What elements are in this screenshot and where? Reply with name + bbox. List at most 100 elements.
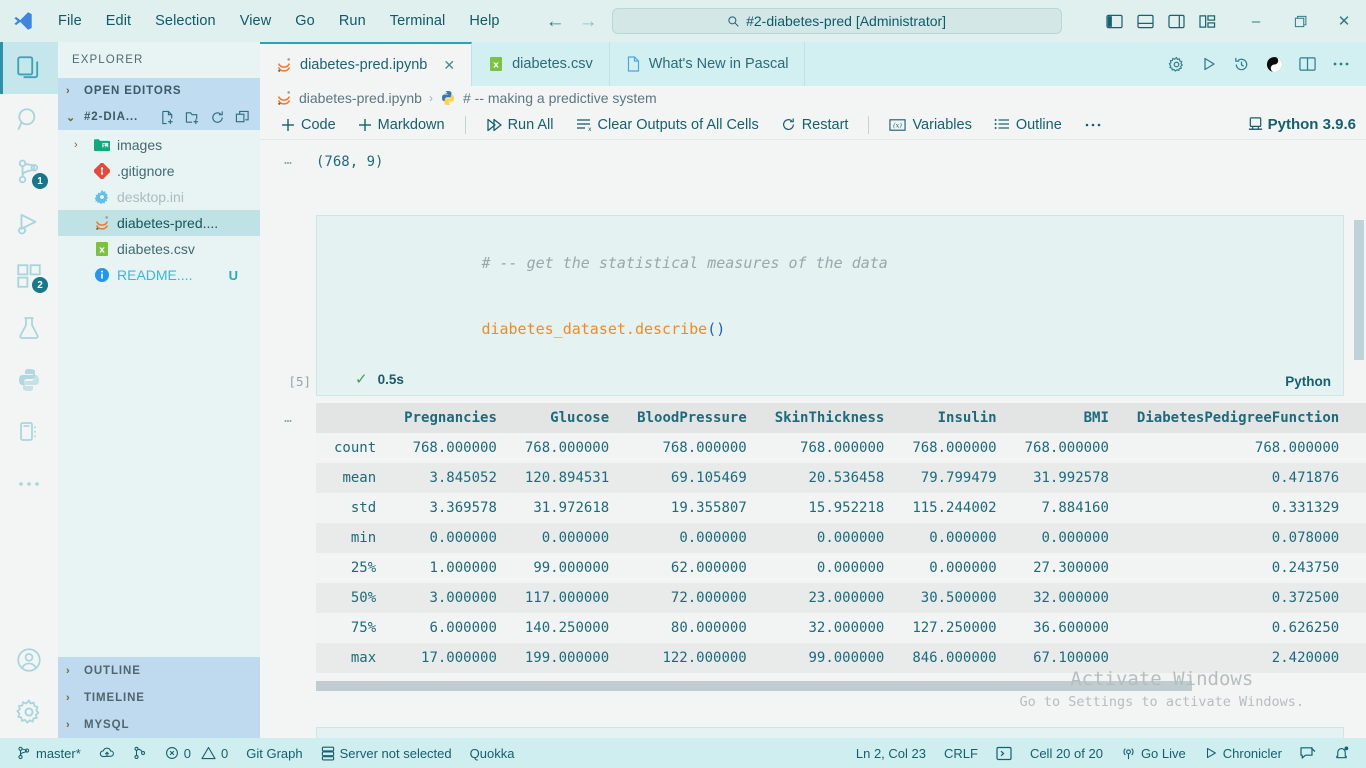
ellipsis-icon[interactable] — [1332, 59, 1350, 69]
cell: 72.000000 — [670, 590, 747, 607]
activitybar-item-database[interactable] — [0, 406, 58, 458]
history-icon[interactable] — [1233, 56, 1250, 73]
yin-yang-icon[interactable] — [1266, 56, 1283, 73]
status-branch-alt[interactable] — [124, 738, 156, 768]
close-icon[interactable]: ✕ — [443, 57, 455, 74]
menu-file[interactable]: File — [46, 9, 94, 33]
status-cell-count[interactable]: Cell 20 of 20 — [1021, 738, 1112, 768]
menu-selection[interactable]: Selection — [143, 9, 228, 33]
status-chronicler[interactable]: Chronicler — [1195, 738, 1291, 768]
toolbar-more-button[interactable] — [1075, 117, 1111, 133]
sidebar-section-outline[interactable]: › OUTLINE — [58, 657, 260, 684]
activitybar-item-explorer[interactable] — [0, 42, 58, 94]
tab-whats-new-in-pascal[interactable]: What's New in Pascal — [610, 42, 806, 86]
tree-item-diabetes-csv[interactable]: x diabetes.csv — [58, 236, 260, 262]
gear-icon[interactable] — [1168, 56, 1185, 73]
toggle-primary-sidebar-icon[interactable] — [1106, 14, 1123, 29]
cell-6-editor[interactable]: diabetes_dataset['Outcome'].value_counts… — [317, 728, 1343, 738]
outline-button[interactable]: Outline — [985, 114, 1071, 136]
toggle-secondary-sidebar-icon[interactable] — [1168, 14, 1185, 29]
menu-go[interactable]: Go — [283, 9, 327, 33]
cell-5-language[interactable]: Python — [1285, 374, 1331, 389]
run-icon[interactable] — [1201, 56, 1217, 72]
window-minimize-button[interactable]: – — [1234, 0, 1278, 42]
status-git-graph[interactable]: Git Graph — [237, 738, 311, 768]
arrow-right-icon[interactable]: → — [579, 12, 598, 31]
command-center-search[interactable]: #2-diabetes-pred [Administrator] — [611, 8, 1062, 34]
status-quokka[interactable]: Quokka — [461, 738, 524, 768]
output-collapse-dots[interactable]: ⋯ — [260, 404, 316, 429]
tab-diabetes-pred-ipynb[interactable]: diabetes-pred.ipynb ✕ — [260, 42, 473, 86]
variables-button[interactable]: (x) Variables — [880, 114, 980, 136]
status-eol[interactable]: CRLF — [935, 738, 987, 768]
table-col-bloodpressure: BloodPressure — [623, 403, 761, 434]
tree-item-desktop-ini[interactable]: desktop.ini — [58, 184, 260, 210]
status-cursor-position[interactable]: Ln 2, Col 23 — [847, 738, 935, 768]
editor-vertical-scrollbar[interactable] — [1352, 140, 1366, 738]
menu-help[interactable]: Help — [457, 9, 511, 33]
notebook-cell-6[interactable]: diabetes_dataset['Outcome'].value_counts… — [316, 727, 1344, 738]
menu-terminal[interactable]: Terminal — [378, 9, 458, 33]
tree-item-images[interactable]: › images — [58, 132, 260, 158]
add-code-cell-button[interactable]: Code — [272, 114, 345, 136]
sidebar-section-mysql[interactable]: › MYSQL — [58, 711, 260, 738]
activitybar-item-python[interactable] — [0, 354, 58, 406]
activitybar-item-source-control[interactable]: 1 — [0, 146, 58, 198]
menu-run[interactable]: Run — [327, 9, 378, 33]
status-server[interactable]: Server not selected — [312, 738, 461, 768]
toolbar-separator — [868, 115, 870, 134]
sidebar-section-timeline[interactable]: › TIMELINE — [58, 684, 260, 711]
activitybar-item-accounts[interactable] — [0, 634, 58, 686]
status-terminal[interactable] — [987, 738, 1021, 768]
status-notifications[interactable] — [1325, 738, 1358, 768]
new-file-icon[interactable] — [160, 110, 175, 125]
cell-5-editor[interactable]: # -- get the statistical measures of the… — [317, 216, 1343, 366]
tab-diabetes-csv[interactable]: x diabetes.csv — [472, 42, 610, 86]
add-markdown-cell-button[interactable]: Markdown — [349, 114, 454, 136]
status-feedback[interactable] — [1291, 738, 1325, 768]
dataframe-horizontal-scrollbar[interactable] — [316, 681, 1192, 692]
split-editor-icon[interactable] — [1299, 56, 1316, 72]
activitybar-item-testing[interactable] — [0, 302, 58, 354]
cell: 80.000000 — [670, 620, 747, 637]
activitybar-item-run-debug[interactable] — [0, 198, 58, 250]
status-sync[interactable] — [90, 738, 124, 768]
menu-bar: File Edit Selection View Go Run Terminal… — [46, 9, 512, 33]
cell: 32.000000 — [808, 620, 885, 637]
chevron-down-icon: ⌄ — [66, 111, 77, 124]
window-restore-button[interactable] — [1278, 0, 1322, 42]
tree-item-gitignore[interactable]: .gitignore — [58, 158, 260, 184]
toggle-panel-icon[interactable] — [1137, 14, 1154, 29]
output-collapse-dots[interactable]: ⋯ — [260, 154, 316, 171]
sidebar-section-open-editors[interactable]: › OPEN EDITORS — [58, 78, 260, 104]
activitybar-item-more[interactable] — [0, 458, 58, 510]
scrollbar-thumb[interactable] — [1354, 220, 1364, 361]
notebook-content[interactable]: ⋯ (768, 9) # -- get the statistical meas… — [260, 140, 1366, 738]
refresh-icon[interactable] — [210, 110, 225, 125]
activitybar-item-search[interactable] — [0, 94, 58, 146]
collapse-all-icon[interactable] — [235, 110, 250, 125]
run-all-button[interactable]: Run All — [477, 114, 563, 136]
activitybar-item-settings[interactable] — [0, 686, 58, 738]
sidebar-section-folder[interactable]: ⌄ #2-DIA... — [58, 104, 260, 130]
status-problems[interactable]: 0 0 — [156, 738, 237, 768]
menu-edit[interactable]: Edit — [94, 9, 143, 33]
notebook-cell-5[interactable]: # -- get the statistical measures of the… — [288, 215, 1344, 397]
arrow-left-icon[interactable]: ← — [546, 12, 565, 31]
tree-item-readme[interactable]: README.... U — [58, 262, 260, 288]
window-close-button[interactable]: ✕ — [1322, 0, 1366, 42]
customize-layout-icon[interactable] — [1199, 14, 1216, 29]
cell: 0.000000 — [816, 560, 885, 577]
new-folder-icon[interactable] — [185, 110, 200, 125]
clear-outputs-button[interactable]: x Clear Outputs of All Cells — [567, 114, 768, 136]
activitybar-item-extensions[interactable]: 2 — [0, 250, 58, 302]
breadcrumb-symbol[interactable]: # -- making a predictive system — [463, 90, 657, 106]
status-go-live[interactable]: Go Live — [1112, 738, 1195, 768]
dataframe-output[interactable]: Pregnancies Glucose BloodPressure SkinTh… — [316, 403, 1366, 674]
breadcrumb-file[interactable]: diabetes-pred.ipynb — [299, 90, 422, 106]
tree-item-diabetes-pred[interactable]: diabetes-pred.... — [58, 210, 260, 236]
menu-view[interactable]: View — [228, 9, 284, 33]
kernel-selector[interactable]: Python 3.9.6 — [1247, 116, 1366, 133]
restart-kernel-button[interactable]: Restart — [772, 114, 858, 136]
status-branch[interactable]: master* — [8, 738, 90, 768]
